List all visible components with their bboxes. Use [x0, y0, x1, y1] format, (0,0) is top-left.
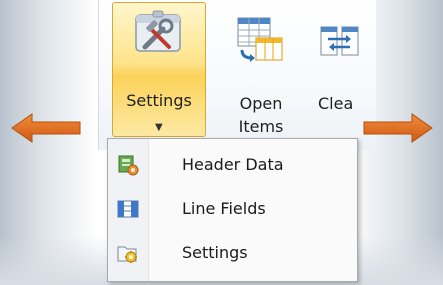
- menu-item-line-fields[interactable]: Line Fields: [110, 189, 355, 229]
- dropdown-arrow-icon: ▼: [155, 122, 163, 133]
- open-items-ribbon-button[interactable]: Open Items: [226, 2, 296, 137]
- menu-item-label: Line Fields: [182, 199, 266, 218]
- settings-folder-icon: [116, 241, 140, 265]
- transfer-icon: [320, 26, 360, 58]
- clear-button-label: Clea: [318, 94, 354, 113]
- line-fields-icon: [116, 197, 140, 221]
- tools-icon: [133, 9, 183, 59]
- settings-ribbon-button[interactable]: Settings ▼: [112, 2, 206, 137]
- open-items-label-line1: Open: [239, 94, 283, 113]
- open-items-label-line2: Items: [238, 117, 284, 136]
- header-data-icon: [116, 153, 140, 177]
- menu-item-label: Header Data: [182, 155, 284, 174]
- menu-item-settings[interactable]: Settings: [110, 233, 355, 273]
- right-arrow-icon: [362, 110, 434, 146]
- settings-dropdown-menu: Header Data Line Fields Settings: [107, 138, 358, 282]
- menu-item-label: Settings: [182, 243, 248, 262]
- table-icon: [236, 16, 284, 66]
- menu-item-header-data[interactable]: Header Data: [110, 145, 355, 185]
- settings-button-label: Settings: [126, 91, 192, 110]
- left-arrow-icon: [10, 110, 82, 146]
